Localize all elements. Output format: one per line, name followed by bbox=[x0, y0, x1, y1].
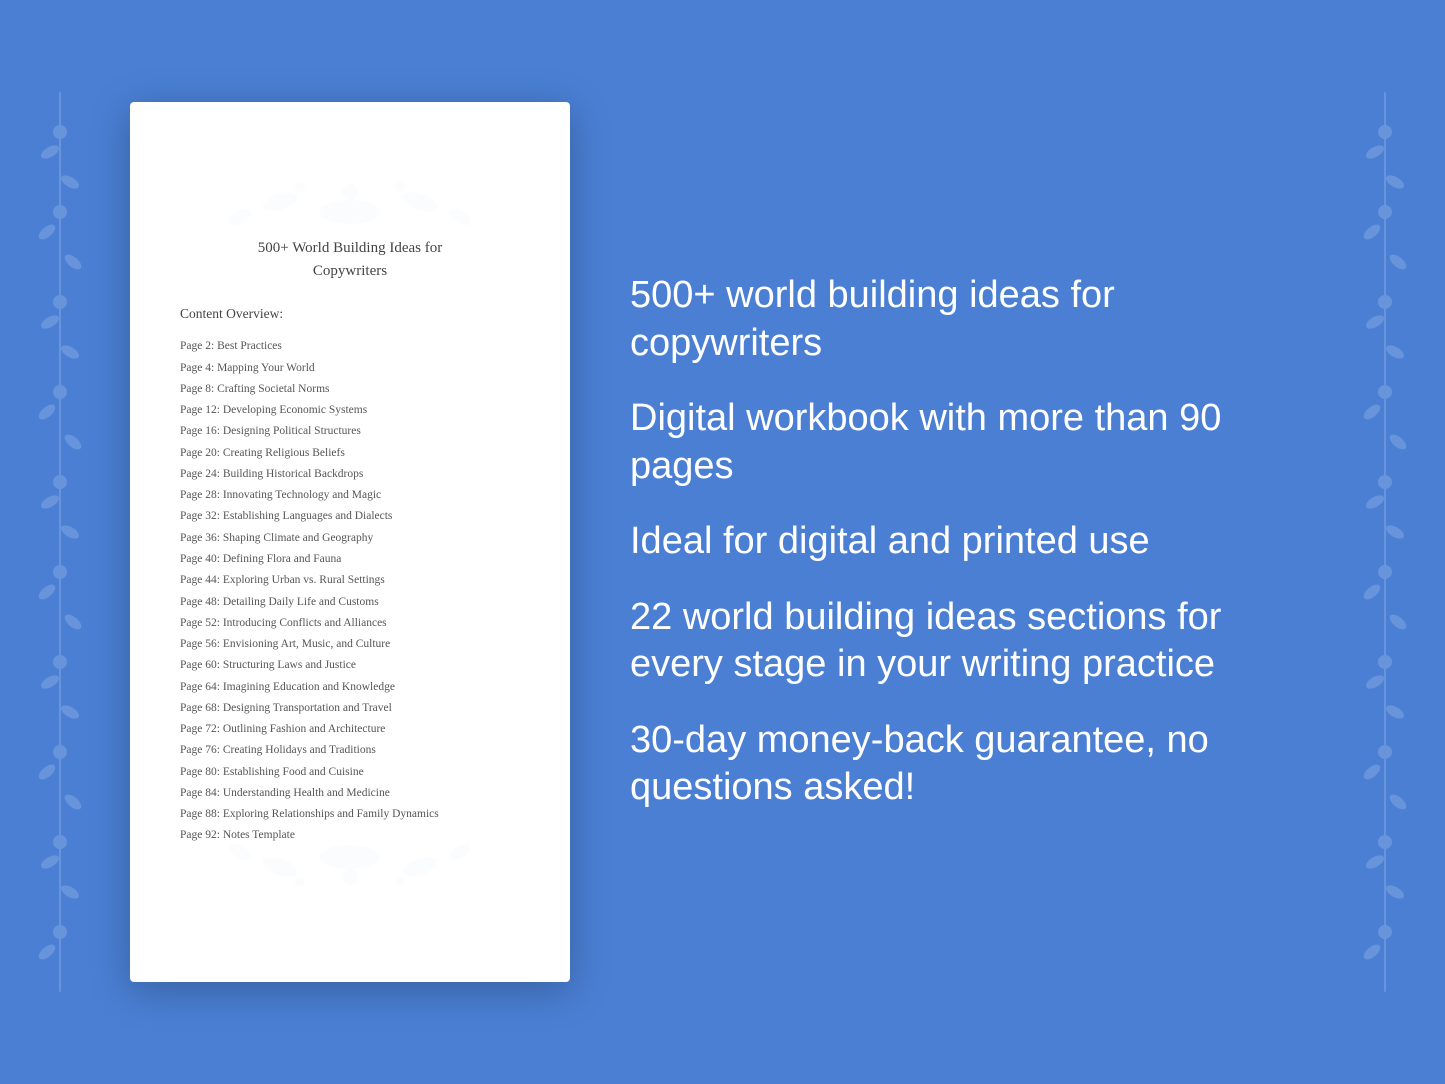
toc-label: Defining Flora and Fauna bbox=[223, 553, 342, 565]
page-number: Page 32: bbox=[180, 510, 220, 522]
page-number: Page 16: bbox=[180, 425, 220, 437]
toc-label: Creating Religious Beliefs bbox=[223, 447, 345, 459]
table-of-contents-item: Page 8: Crafting Societal Norms bbox=[180, 379, 520, 400]
toc-label: Envisioning Art, Music, and Culture bbox=[223, 638, 390, 650]
page-number: Page 60: bbox=[180, 659, 220, 671]
page-number: Page 28: bbox=[180, 489, 220, 501]
table-of-contents-item: Page 28: Innovating Technology and Magic bbox=[180, 485, 520, 506]
toc-label: Establishing Food and Cuisine bbox=[223, 766, 364, 778]
toc-label: Building Historical Backdrops bbox=[223, 468, 364, 480]
toc-label: Understanding Health and Medicine bbox=[223, 787, 390, 799]
page-number: Page 12: bbox=[180, 404, 220, 416]
toc-label: Best Practices bbox=[217, 340, 282, 352]
page-number: Page 8: bbox=[180, 383, 214, 395]
page-number: Page 24: bbox=[180, 468, 220, 480]
table-of-contents-item: Page 64: Imagining Education and Knowled… bbox=[180, 677, 520, 698]
page-number: Page 76: bbox=[180, 744, 220, 756]
toc-label: Exploring Relationships and Family Dynam… bbox=[223, 808, 439, 820]
table-of-contents-item: Page 32: Establishing Languages and Dial… bbox=[180, 506, 520, 527]
page-number: Page 92: bbox=[180, 829, 220, 841]
table-of-contents-item: Page 44: Exploring Urban vs. Rural Setti… bbox=[180, 570, 520, 591]
page-number: Page 48: bbox=[180, 596, 220, 608]
page-number: Page 44: bbox=[180, 574, 220, 586]
page-number: Page 2: bbox=[180, 340, 214, 352]
table-of-contents-item: Page 56: Envisioning Art, Music, and Cul… bbox=[180, 634, 520, 655]
page-number: Page 20: bbox=[180, 447, 220, 459]
table-of-contents: Page 2: Best PracticesPage 4: Mapping Yo… bbox=[180, 336, 520, 846]
toc-label: Exploring Urban vs. Rural Settings bbox=[223, 574, 385, 586]
document-mockup: 500+ World Building Ideas for Copywriter… bbox=[130, 102, 570, 981]
table-of-contents-item: Page 20: Creating Religious Beliefs bbox=[180, 443, 520, 464]
table-of-contents-item: Page 72: Outlining Fashion and Architect… bbox=[180, 719, 520, 740]
table-of-contents-item: Page 88: Exploring Relationships and Fam… bbox=[180, 804, 520, 825]
page-number: Page 36: bbox=[180, 532, 220, 544]
table-of-contents-item: Page 2: Best Practices bbox=[180, 336, 520, 357]
table-of-contents-item: Page 76: Creating Holidays and Tradition… bbox=[180, 740, 520, 761]
toc-label: Creating Holidays and Traditions bbox=[223, 744, 376, 756]
table-of-contents-item: Page 80: Establishing Food and Cuisine bbox=[180, 762, 520, 783]
feature-item: 500+ world building ideas for copywriter… bbox=[630, 272, 1315, 367]
toc-label: Structuring Laws and Justice bbox=[223, 659, 356, 671]
toc-label: Designing Political Structures bbox=[223, 425, 361, 437]
feature-text-panel: 500+ world building ideas for copywriter… bbox=[630, 272, 1315, 812]
toc-label: Crafting Societal Norms bbox=[217, 383, 329, 395]
table-of-contents-item: Page 84: Understanding Health and Medici… bbox=[180, 783, 520, 804]
page-number: Page 80: bbox=[180, 766, 220, 778]
table-of-contents-item: Page 68: Designing Transportation and Tr… bbox=[180, 698, 520, 719]
toc-label: Designing Transportation and Travel bbox=[223, 702, 392, 714]
table-of-contents-item: Page 4: Mapping Your World bbox=[180, 358, 520, 379]
feature-item: 30-day money-back guarantee, no question… bbox=[630, 717, 1315, 812]
page-number: Page 72: bbox=[180, 723, 220, 735]
toc-label: Shaping Climate and Geography bbox=[223, 532, 373, 544]
table-of-contents-item: Page 60: Structuring Laws and Justice bbox=[180, 655, 520, 676]
table-of-contents-item: Page 24: Building Historical Backdrops bbox=[180, 464, 520, 485]
toc-label: Outlining Fashion and Architecture bbox=[223, 723, 386, 735]
page-number: Page 64: bbox=[180, 681, 220, 693]
page-number: Page 52: bbox=[180, 617, 220, 629]
table-of-contents-item: Page 36: Shaping Climate and Geography bbox=[180, 528, 520, 549]
toc-label: Introducing Conflicts and Alliances bbox=[223, 617, 387, 629]
table-of-contents-item: Page 40: Defining Flora and Fauna bbox=[180, 549, 520, 570]
table-of-contents-item: Page 48: Detailing Daily Life and Custom… bbox=[180, 592, 520, 613]
page-number: Page 88: bbox=[180, 808, 220, 820]
page-number: Page 56: bbox=[180, 638, 220, 650]
feature-item: Digital workbook with more than 90 pages bbox=[630, 395, 1315, 490]
document-title: 500+ World Building Ideas for Copywriter… bbox=[180, 237, 520, 282]
toc-label: Detailing Daily Life and Customs bbox=[223, 596, 379, 608]
page-number: Page 68: bbox=[180, 702, 220, 714]
table-of-contents-item: Page 92: Notes Template bbox=[180, 825, 520, 846]
toc-label: Innovating Technology and Magic bbox=[223, 489, 381, 501]
table-of-contents-item: Page 16: Designing Political Structures bbox=[180, 421, 520, 442]
page-number: Page 40: bbox=[180, 553, 220, 565]
toc-label: Developing Economic Systems bbox=[223, 404, 367, 416]
content-overview-label: Content Overview: bbox=[180, 306, 520, 322]
toc-label: Notes Template bbox=[223, 829, 295, 841]
feature-item: 22 world building ideas sections for eve… bbox=[630, 594, 1315, 689]
table-of-contents-item: Page 52: Introducing Conflicts and Allia… bbox=[180, 613, 520, 634]
toc-label: Imagining Education and Knowledge bbox=[223, 681, 395, 693]
toc-label: Mapping Your World bbox=[217, 362, 315, 374]
page-number: Page 84: bbox=[180, 787, 220, 799]
page-number: Page 4: bbox=[180, 362, 214, 374]
feature-item: Ideal for digital and printed use bbox=[630, 518, 1315, 566]
main-content: 500+ World Building Ideas for Copywriter… bbox=[0, 102, 1445, 981]
toc-label: Establishing Languages and Dialects bbox=[223, 510, 393, 522]
table-of-contents-item: Page 12: Developing Economic Systems bbox=[180, 400, 520, 421]
